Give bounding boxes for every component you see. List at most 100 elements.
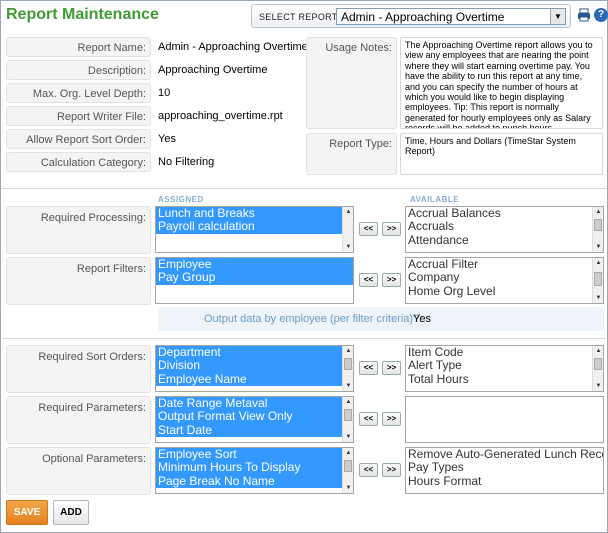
required-sort-orders-available-list[interactable]: Item Code Alert Type Total Hours ▲ ▼ — [405, 345, 604, 392]
report-type-label: Report Type: — [306, 133, 397, 175]
required-sort-orders-label: Required Sort Orders: — [6, 345, 151, 393]
add-button[interactable]: ADD — [53, 500, 89, 525]
scroll-thumb[interactable] — [594, 358, 602, 370]
page-title: Report Maintenance — [6, 6, 159, 23]
usage-notes-label: Usage Notes: — [306, 37, 397, 129]
report-type-text: Time, Hours and Dollars (TimeStar System… — [400, 133, 603, 175]
max-org-depth-value: 10 — [158, 87, 171, 99]
scrollbar[interactable]: ▲ ▼ — [342, 448, 353, 493]
report-filters-assigned-list[interactable]: Employee Pay Group — [155, 257, 354, 304]
optional-parameters-assigned-list[interactable]: Employee Sort Minimum Hours To Display P… — [155, 447, 354, 494]
available-column-header: AVAILABLE — [410, 195, 460, 204]
list-item[interactable]: Start Date — [156, 423, 353, 438]
usage-notes-text: The Approaching Overtime report allows y… — [400, 37, 603, 129]
required-parameters-available-list[interactable] — [405, 396, 604, 443]
scroll-down-icon[interactable]: ▼ — [593, 381, 603, 391]
add-to-assigned-button[interactable]: << — [359, 222, 378, 236]
remove-from-assigned-button[interactable]: >> — [382, 463, 401, 477]
list-item[interactable]: Hours Format — [406, 475, 603, 488]
add-to-assigned-button[interactable]: << — [359, 361, 378, 375]
remove-from-assigned-button[interactable]: >> — [382, 412, 401, 426]
list-item[interactable]: Lunch and Breaks — [156, 207, 353, 221]
list-item[interactable]: Division — [156, 359, 353, 373]
calculation-category-value: No Filtering — [158, 156, 215, 168]
list-item[interactable]: Accrual Balances — [406, 207, 603, 220]
list-item[interactable]: Output Format View Only — [156, 410, 353, 424]
list-item[interactable]: Pay Group — [156, 271, 353, 285]
allow-sort-order-value: Yes — [158, 133, 176, 145]
scroll-up-icon[interactable]: ▲ — [343, 448, 353, 458]
list-item[interactable]: Department — [156, 346, 353, 360]
scroll-down-icon[interactable]: ▼ — [593, 242, 603, 252]
scroll-up-icon[interactable]: ▲ — [593, 346, 603, 356]
list-item[interactable]: Company — [406, 271, 603, 284]
scroll-up-icon[interactable]: ▲ — [343, 346, 353, 356]
divider — [2, 188, 606, 189]
add-to-assigned-button[interactable]: << — [359, 273, 378, 287]
remove-from-assigned-button[interactable]: >> — [382, 361, 401, 375]
scrollbar[interactable]: ▲ ▼ — [342, 207, 353, 252]
list-item[interactable]: Attendance — [406, 234, 603, 247]
scroll-up-icon[interactable]: ▲ — [593, 207, 603, 217]
list-item[interactable]: Page Break No Name — [156, 474, 353, 489]
scroll-up-icon[interactable]: ▲ — [593, 258, 603, 268]
list-item[interactable]: Home Org Level — [406, 285, 603, 298]
scroll-thumb[interactable] — [594, 272, 602, 286]
list-item[interactable]: Pay Types — [406, 461, 603, 474]
output-by-employee-value: Yes — [413, 313, 431, 325]
optional-parameters-available-list[interactable]: Remove Auto-Generated Lunch Records Pay … — [405, 447, 604, 494]
scroll-thumb[interactable] — [344, 460, 352, 472]
scrollbar[interactable]: ▲ ▼ — [592, 346, 603, 391]
list-item[interactable]: Minimum Hours To Display — [156, 461, 353, 475]
scrollbar[interactable]: ▲ ▼ — [342, 397, 353, 442]
list-item[interactable]: Payroll calculation — [156, 220, 353, 234]
add-to-assigned-button[interactable]: << — [359, 412, 378, 426]
required-parameters-label: Required Parameters: — [6, 396, 151, 444]
allow-sort-order-label: Allow Report Sort Order: — [6, 129, 151, 149]
scroll-thumb[interactable] — [344, 358, 352, 370]
scroll-up-icon[interactable]: ▲ — [343, 397, 353, 407]
required-sort-orders-assigned-list[interactable]: Department Division Employee Name ▲ ▼ — [155, 345, 354, 392]
add-to-assigned-button[interactable]: << — [359, 463, 378, 477]
report-name-label: Report Name: — [6, 37, 151, 57]
scroll-thumb[interactable] — [344, 409, 352, 421]
list-item[interactable]: Accrual Filter — [406, 258, 603, 271]
list-item[interactable]: Employee — [156, 258, 353, 272]
list-item[interactable]: Item Code — [406, 346, 603, 359]
report-select-dropdown[interactable]: Admin - Approaching Overtime ▼ — [336, 8, 566, 25]
scroll-up-icon[interactable]: ▲ — [343, 207, 353, 217]
required-processing-assigned-list[interactable]: Lunch and Breaks Payroll calculation ▲ ▼ — [155, 206, 354, 253]
scroll-down-icon[interactable]: ▼ — [343, 432, 353, 442]
required-processing-label: Required Processing: — [6, 206, 151, 254]
optional-parameters-label: Optional Parameters: — [6, 447, 151, 495]
save-button[interactable]: SAVE — [6, 500, 48, 525]
chevron-down-icon[interactable]: ▼ — [550, 9, 565, 24]
report-name-value: Admin - Approaching Overtime — [158, 41, 308, 53]
help-icon[interactable]: ? — [594, 8, 608, 22]
list-item[interactable]: Employee Sort — [156, 448, 353, 462]
scroll-down-icon[interactable]: ▼ — [343, 242, 353, 252]
list-item[interactable]: Total Hours — [406, 373, 603, 386]
scrollbar[interactable]: ▲ ▼ — [592, 207, 603, 252]
scroll-down-icon[interactable]: ▼ — [343, 483, 353, 493]
required-processing-available-list[interactable]: Accrual Balances Accruals Attendance ▲ ▼ — [405, 206, 604, 253]
report-select-value: Admin - Approaching Overtime — [341, 10, 505, 24]
scrollbar[interactable]: ▲ ▼ — [342, 346, 353, 391]
list-item[interactable]: Employee Name — [156, 372, 353, 387]
remove-from-assigned-button[interactable]: >> — [382, 273, 401, 287]
list-item[interactable]: Date Range Metaval — [156, 397, 353, 411]
list-item[interactable]: Alert Type — [406, 359, 603, 372]
description-value: Approaching Overtime — [158, 64, 268, 76]
scrollbar[interactable]: ▲ ▼ — [592, 258, 603, 303]
report-writer-file-value: approaching_overtime.rpt — [158, 110, 283, 122]
required-parameters-assigned-list[interactable]: Date Range Metaval Output Format View On… — [155, 396, 354, 443]
printer-icon[interactable] — [577, 8, 591, 22]
list-item[interactable]: Remove Auto-Generated Lunch Records — [406, 448, 603, 461]
scroll-down-icon[interactable]: ▼ — [593, 293, 603, 303]
scroll-thumb[interactable] — [594, 219, 602, 231]
list-item[interactable]: Accruals — [406, 220, 603, 233]
scroll-down-icon[interactable]: ▼ — [343, 381, 353, 391]
divider — [2, 338, 606, 339]
report-filters-available-list[interactable]: Accrual Filter Company Home Org Level ▲ … — [405, 257, 604, 304]
remove-from-assigned-button[interactable]: >> — [382, 222, 401, 236]
